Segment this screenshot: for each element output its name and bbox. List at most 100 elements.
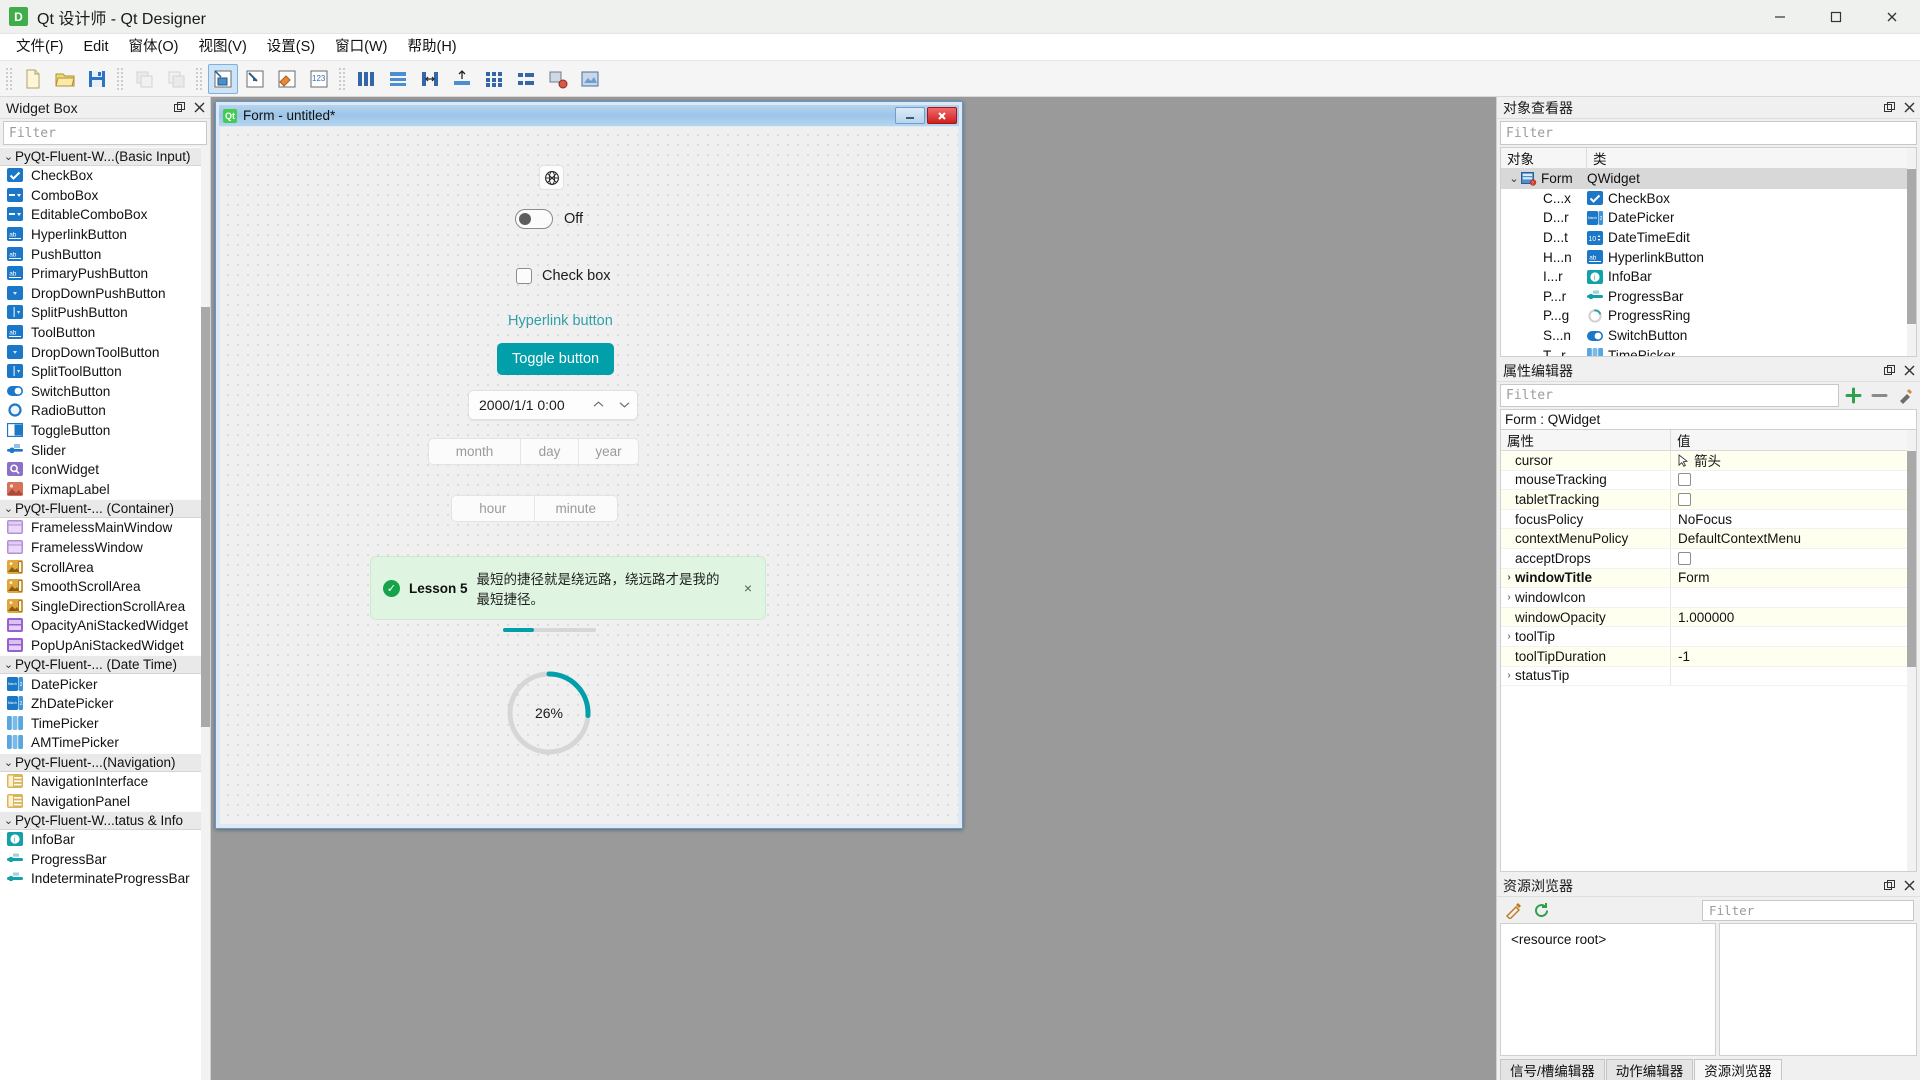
property-row[interactable]: ›windowTitleForm (1501, 569, 1916, 589)
widget-box-item-infobar[interactable]: iInfoBar (0, 830, 210, 850)
toolbar-grip-4[interactable] (338, 67, 347, 91)
edit-pencil-icon[interactable] (1501, 899, 1525, 921)
switch-track[interactable] (515, 209, 553, 229)
toolbar-grip[interactable] (5, 67, 14, 91)
property-editor-close-button[interactable] (1900, 362, 1918, 380)
widget-box-item-checkbox[interactable]: CheckBox (0, 166, 210, 186)
check-box[interactable]: Check box (516, 268, 611, 284)
widget-box-item-primarypushbutton[interactable]: abPrimaryPushButton (0, 264, 210, 284)
toggle-button[interactable]: Toggle button (497, 343, 614, 375)
edit-tab-order-button[interactable]: 123 (304, 64, 334, 94)
property-editor-table[interactable]: 属性 值 cursor箭头mouseTrackingtabletTracking… (1500, 429, 1917, 872)
property-editor-filter-input[interactable]: Filter (1500, 384, 1839, 407)
menu-settings[interactable]: 设置(S) (257, 36, 325, 59)
chevron-up-icon[interactable] (585, 398, 611, 412)
property-row[interactable]: cursor箭头 (1501, 451, 1916, 471)
property-checkbox[interactable] (1678, 552, 1691, 565)
chevron-right-icon[interactable]: › (1503, 572, 1515, 583)
remove-property-button[interactable] (1867, 384, 1891, 407)
property-checkbox[interactable] (1678, 493, 1691, 506)
edit-widgets-button[interactable] (208, 64, 238, 94)
object-inspector-row[interactable]: T...rTimePicker (1501, 345, 1916, 357)
resource-tree[interactable]: <resource root> (1500, 923, 1716, 1056)
adjust-size-button[interactable] (575, 64, 605, 94)
chevron-right-icon[interactable]: › (1503, 631, 1515, 642)
resource-browser-float-button[interactable] (1880, 877, 1898, 895)
time-picker-minute-segment[interactable]: minute (535, 496, 618, 521)
form-minimize-button[interactable] (895, 107, 925, 124)
menu-view[interactable]: 视图(V) (188, 36, 256, 59)
widget-box-item-progressbar[interactable]: ProgressBar (0, 849, 210, 869)
tab-action-editor[interactable]: 动作编辑器 (1606, 1059, 1694, 1080)
widget-box-item-zhdatepicker[interactable]: March2ZhDatePicker (0, 694, 210, 714)
object-inspector-float-button[interactable] (1880, 99, 1898, 117)
widget-box-item-popupanistackedwidget[interactable]: PopUpAniStackedWidget (0, 636, 210, 656)
save-form-button[interactable] (82, 64, 112, 94)
chevron-down-icon[interactable] (611, 398, 637, 412)
close-button[interactable] (1864, 0, 1920, 34)
date-picker[interactable]: month day year (428, 438, 639, 465)
progress-ring[interactable]: 26% (505, 669, 593, 757)
object-inspector-scroll-track[interactable] (1907, 148, 1916, 356)
layout-form-button[interactable] (511, 64, 541, 94)
object-inspector-row[interactable]: P...rProgressBar (1501, 287, 1916, 307)
chevron-down-icon[interactable]: ⌄ (1507, 172, 1521, 185)
undo-button[interactable] (129, 64, 159, 94)
object-inspector-row[interactable]: P...gProgressRing (1501, 306, 1916, 326)
minimize-button[interactable] (1752, 0, 1808, 34)
property-checkbox[interactable] (1678, 473, 1691, 486)
widget-box-item-splitpushbutton[interactable]: SplitPushButton (0, 303, 210, 323)
resource-browser-close-button[interactable] (1900, 877, 1918, 895)
widget-box-item-combobox[interactable]: ComboBox (0, 186, 210, 206)
property-row[interactable]: acceptDrops (1501, 549, 1916, 569)
widget-box-item-togglebutton[interactable]: ToggleButton (0, 421, 210, 441)
menu-window[interactable]: 窗口(W) (325, 36, 397, 59)
chevron-right-icon[interactable]: › (1503, 670, 1515, 681)
widget-box-item-smoothscrollarea[interactable]: SmoothScrollArea (0, 577, 210, 597)
menu-help[interactable]: 帮助(H) (397, 36, 466, 59)
widget-box-group[interactable]: ⌄PyQt-Fluent-W...tatus & Info (0, 811, 210, 830)
layout-grid-button[interactable] (479, 64, 509, 94)
maximize-button[interactable] (1808, 0, 1864, 34)
object-inspector-row[interactable]: D...t10DateTimeEdit (1501, 228, 1916, 248)
widget-box-scrollbar-thumb[interactable] (201, 307, 210, 727)
widget-box-item-switchbutton[interactable]: SwitchButton (0, 382, 210, 402)
progress-bar[interactable] (503, 628, 596, 632)
widget-box-item-singledirectionscrollarea[interactable]: SingleDirectionScrollArea (0, 596, 210, 616)
date-picker-month-segment[interactable]: month (429, 439, 521, 464)
toolbar-grip-3[interactable] (195, 67, 204, 91)
reload-icon[interactable] (1529, 899, 1553, 921)
property-row[interactable]: ›statusTip (1501, 667, 1916, 687)
break-layout-button[interactable] (543, 64, 573, 94)
property-editor-float-button[interactable] (1880, 362, 1898, 380)
layout-vertically-button[interactable] (383, 64, 413, 94)
widget-box-item-framelessmainwindow[interactable]: FramelessMainWindow (0, 518, 210, 538)
menu-form[interactable]: 窗体(O) (119, 36, 189, 59)
chevron-right-icon[interactable]: › (1503, 592, 1515, 603)
property-row[interactable]: ›toolTip (1501, 627, 1916, 647)
design-canvas[interactable]: Off Check box Hyperlink button Toggle bu… (220, 127, 958, 824)
date-time-edit[interactable]: 2000/1/1 0:00 (468, 390, 638, 420)
object-inspector-row[interactable]: ⌄?FormQWidget (1501, 169, 1916, 189)
widget-box-item-pixmaplabel[interactable]: PixmapLabel (0, 480, 210, 500)
resource-preview[interactable] (1719, 923, 1917, 1056)
property-row[interactable]: tabletTracking (1501, 490, 1916, 510)
property-row[interactable]: windowOpacity1.000000 (1501, 608, 1916, 628)
layout-splitter-horizontal-button[interactable] (415, 64, 445, 94)
time-picker[interactable]: hour minute (451, 495, 618, 522)
edit-signals-slots-button[interactable] (240, 64, 270, 94)
property-row[interactable]: toolTipDuration-1 (1501, 647, 1916, 667)
widget-box-item-amtimepicker[interactable]: AMTimePicker (0, 733, 210, 753)
property-editor-scroll-track[interactable] (1907, 430, 1916, 871)
object-inspector-row[interactable]: H...nabHyperlinkButton (1501, 247, 1916, 267)
edit-buddies-button[interactable] (272, 64, 302, 94)
property-row[interactable]: contextMenuPolicyDefaultContextMenu (1501, 529, 1916, 549)
widget-box-item-opacityanistackedwidget[interactable]: OpacityAniStackedWidget (0, 616, 210, 636)
icon-widget[interactable] (539, 165, 564, 190)
widget-box-item-timepicker[interactable]: TimePicker (0, 713, 210, 733)
switch-button[interactable]: Off (515, 209, 583, 229)
widget-box-item-scrollarea[interactable]: ScrollArea (0, 557, 210, 577)
object-inspector-row[interactable]: I...riInfoBar (1501, 267, 1916, 287)
time-picker-hour-segment[interactable]: hour (452, 496, 535, 521)
property-row[interactable]: mouseTracking (1501, 471, 1916, 491)
